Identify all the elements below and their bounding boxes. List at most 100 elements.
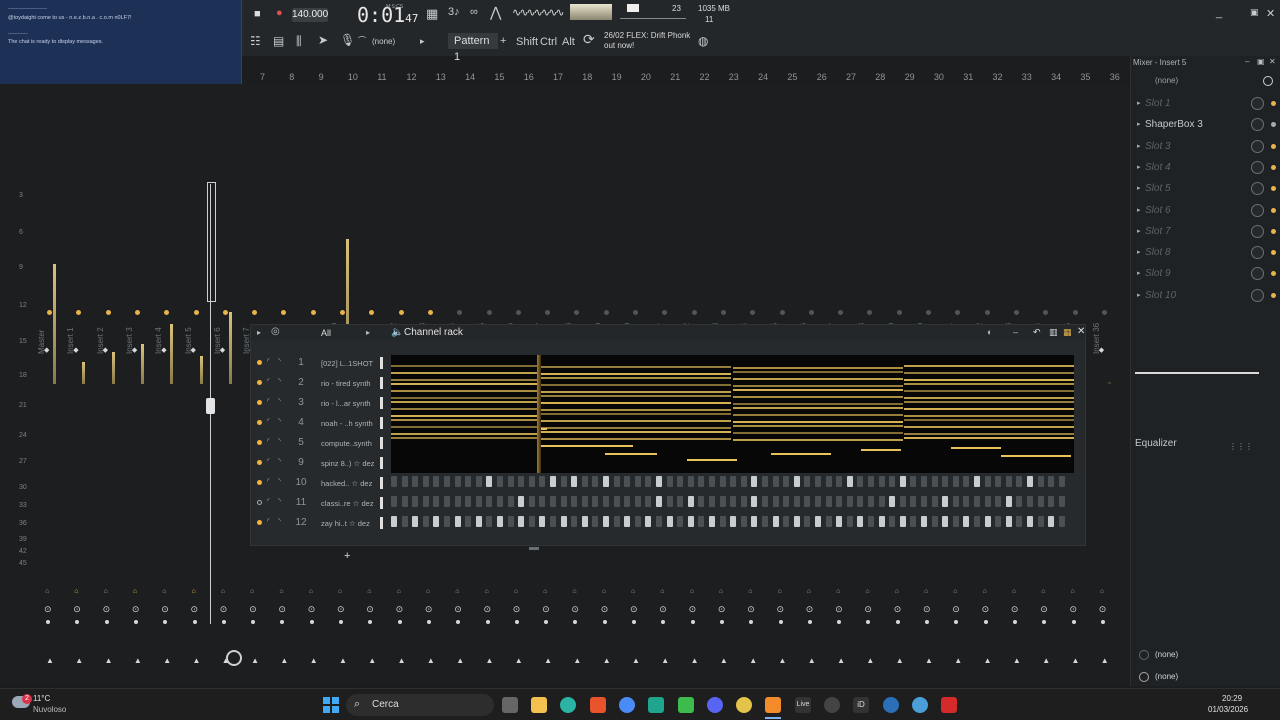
panel-max-icon[interactable]: ▣ xyxy=(1257,57,1265,66)
step-button[interactable] xyxy=(931,516,938,527)
channel-select-bar[interactable] xyxy=(380,497,383,509)
send-icon[interactable]: ⌂ xyxy=(836,588,840,595)
slot-enable-led[interactable] xyxy=(1271,228,1276,234)
route-arrow-icon[interactable]: ▲ xyxy=(1072,656,1080,665)
route-arrow-icon[interactable]: ▲ xyxy=(925,656,933,665)
slot-expand-icon[interactable]: ▸ xyxy=(1137,248,1141,256)
step-button[interactable] xyxy=(698,516,705,527)
step-button[interactable] xyxy=(804,476,811,487)
effect-slot[interactable]: Slot 10 xyxy=(1145,290,1176,301)
slot-mix-knob[interactable] xyxy=(1251,203,1264,217)
route-arrow-icon[interactable]: ▲ xyxy=(222,656,230,665)
step-button[interactable] xyxy=(995,496,1002,507)
channel-name[interactable]: rio - l...ar synth xyxy=(321,399,371,408)
effect-slot[interactable]: Slot 7 xyxy=(1145,226,1171,237)
step-button[interactable] xyxy=(454,496,461,507)
route-arrow-icon[interactable]: ▲ xyxy=(632,656,640,665)
slot-enable-led[interactable] xyxy=(1271,122,1276,128)
send-icon[interactable]: ⌂ xyxy=(543,588,547,595)
route-dot[interactable] xyxy=(75,620,80,624)
route-arrow-icon[interactable]: ▲ xyxy=(896,656,904,665)
step-button[interactable] xyxy=(740,496,747,507)
step-button[interactable] xyxy=(772,476,779,487)
route-dot[interactable] xyxy=(954,620,959,624)
slot-expand-icon[interactable]: ▸ xyxy=(1137,269,1141,277)
channel-pan-icon[interactable]: ◜ xyxy=(267,477,270,485)
step-button[interactable] xyxy=(422,476,429,487)
route-dot[interactable] xyxy=(544,620,549,624)
pan-knob[interactable] xyxy=(427,310,433,315)
pan-knob[interactable] xyxy=(369,310,375,315)
step-button[interactable] xyxy=(899,516,906,527)
step-button[interactable] xyxy=(1016,496,1023,507)
clock-time[interactable]: 20:29 xyxy=(1222,694,1242,703)
send-icon[interactable]: ⌂ xyxy=(660,588,664,595)
step-button[interactable] xyxy=(624,496,631,507)
step-button[interactable] xyxy=(783,476,790,487)
route-knob-icon[interactable]: ⊙ xyxy=(542,604,550,615)
step-button[interactable] xyxy=(571,496,578,507)
route-knob-icon[interactable]: ⊙ xyxy=(161,604,169,615)
eq-controls-icon[interactable]: ⋮⋮⋮ xyxy=(1229,442,1253,451)
step-button[interactable] xyxy=(1058,476,1065,487)
send-icon[interactable]: ⌂ xyxy=(455,588,459,595)
rack-options-icon[interactable]: ▸ xyxy=(257,328,261,337)
step-button[interactable] xyxy=(656,496,662,507)
route-knob-icon[interactable]: ⊙ xyxy=(308,604,316,615)
route-arrow-icon[interactable]: ▲ xyxy=(46,656,54,665)
step-button[interactable] xyxy=(868,516,874,527)
send-icon[interactable]: ⌂ xyxy=(924,588,928,595)
stereo-icon[interactable]: ◆ xyxy=(132,346,137,354)
step-button[interactable] xyxy=(1037,476,1044,487)
pan-knob[interactable] xyxy=(896,310,902,315)
route-dot[interactable] xyxy=(46,620,50,624)
step-button[interactable] xyxy=(645,496,652,507)
step-button[interactable] xyxy=(518,496,525,507)
send-icon[interactable]: ⌂ xyxy=(162,588,166,595)
slot-expand-icon[interactable]: ▸ xyxy=(1137,120,1141,128)
channel-select-bar[interactable] xyxy=(380,477,383,489)
route-knob-icon[interactable]: ⊙ xyxy=(923,604,931,615)
step-button[interactable] xyxy=(878,476,885,487)
step-button[interactable] xyxy=(433,516,440,527)
step-button[interactable] xyxy=(613,476,620,487)
route-dot[interactable] xyxy=(778,620,783,624)
route-knob-icon[interactable]: ⊙ xyxy=(513,604,521,615)
channel-vol-icon[interactable]: ◝ xyxy=(278,497,281,505)
channel-pan-icon[interactable]: ◜ xyxy=(267,417,270,425)
step-button[interactable] xyxy=(666,516,673,527)
step-button[interactable] xyxy=(507,496,514,507)
step-button[interactable] xyxy=(804,516,811,527)
send-icon[interactable]: ⌂ xyxy=(631,588,635,595)
slot-expand-icon[interactable]: ▸ xyxy=(1137,291,1141,299)
step-button[interactable] xyxy=(857,516,864,527)
step-button[interactable] xyxy=(751,516,758,527)
pan-knob[interactable] xyxy=(720,310,726,315)
step-button[interactable] xyxy=(942,476,949,487)
channel-rack-icon[interactable]: ➤ xyxy=(318,33,328,47)
send-icon[interactable]: ⌂ xyxy=(1012,588,1016,595)
step-button[interactable] xyxy=(878,516,885,527)
step-button[interactable] xyxy=(677,476,684,487)
step-button[interactable] xyxy=(475,516,482,527)
slot-mix-knob[interactable] xyxy=(1251,288,1264,302)
route-dot[interactable] xyxy=(895,620,900,624)
send-icon[interactable]: ⌂ xyxy=(250,588,254,595)
step-button[interactable] xyxy=(995,516,1002,527)
app-blue-icon[interactable] xyxy=(883,697,899,713)
route-dot[interactable] xyxy=(456,620,461,624)
step-button[interactable] xyxy=(868,496,874,507)
route-knob-icon[interactable]: ⊙ xyxy=(337,604,345,615)
route-knob-icon[interactable]: ⊙ xyxy=(982,604,990,615)
piano-roll-preview[interactable] xyxy=(391,355,1074,473)
microphone-icon[interactable]: 🎙 xyxy=(340,33,355,47)
step-button[interactable] xyxy=(740,516,747,527)
route-knob-icon[interactable]: ⊙ xyxy=(952,604,960,615)
step-button[interactable] xyxy=(444,516,450,527)
step-button[interactable] xyxy=(995,476,1002,487)
slot-mix-knob[interactable] xyxy=(1251,224,1264,238)
step-button[interactable] xyxy=(719,516,726,527)
send-icon[interactable]: ⌂ xyxy=(778,588,782,595)
step-button[interactable] xyxy=(709,496,715,507)
route-dot[interactable] xyxy=(690,620,695,624)
